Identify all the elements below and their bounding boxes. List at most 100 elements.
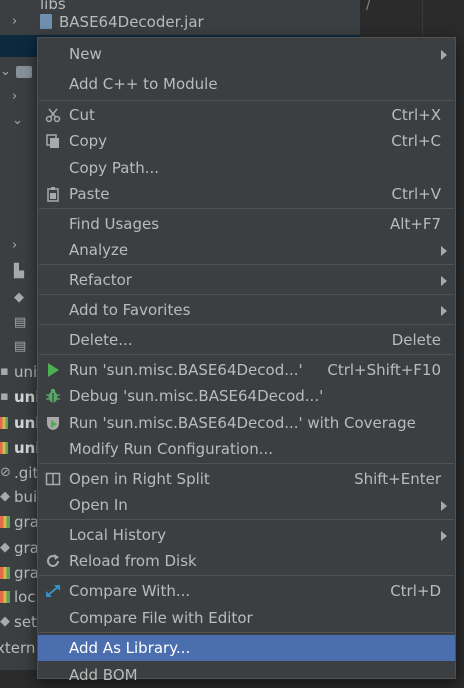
menu-item-label: Reload from Disk	[69, 552, 197, 570]
chevron-down-icon[interactable]: ⌄	[0, 60, 11, 84]
menu-item-label: Modify Run Configuration...	[69, 440, 274, 458]
menu-item-compare-file-with-editor[interactable]: Compare File with Editor	[38, 605, 455, 631]
android-icon: ◆	[14, 290, 24, 305]
menu-item-copy-path[interactable]: Copy Path...	[38, 155, 455, 181]
menu-item-shortcut: Ctrl+D	[390, 582, 441, 600]
menu-item-add-to-favorites[interactable]: Add to Favorites	[38, 297, 455, 323]
menu-separator	[39, 519, 454, 520]
context-menu: New Add C++ to Module Cut Ctrl+X Copy Ct…	[37, 37, 456, 684]
menu-item-modify-run-configuration[interactable]: Modify Run Configuration...	[38, 436, 455, 462]
menu-item-find-usages[interactable]: Find Usages Alt+F7	[38, 211, 455, 237]
menu-separator	[39, 100, 454, 101]
menu-item-label: Paste	[69, 185, 110, 203]
menu-item-add-cpp-to-module[interactable]: Add C++ to Module	[38, 71, 455, 97]
menu-item-debug[interactable]: Debug 'sun.misc.BASE64Decod...'	[38, 383, 455, 409]
file-icon: ▤	[14, 339, 27, 354]
submenu-arrow-icon	[441, 276, 447, 286]
copy-icon	[44, 133, 62, 149]
menu-item-label: Add to Favorites	[69, 301, 191, 319]
tree-row-label: BASE64Decoder.jar	[59, 13, 204, 31]
menu-separator	[39, 575, 454, 576]
reload-icon	[44, 553, 62, 569]
menu-separator	[39, 208, 454, 209]
menu-item-local-history[interactable]: Local History	[38, 522, 455, 548]
menu-item-compare-with[interactable]: Compare With... Ctrl+D	[38, 578, 455, 604]
menu-separator	[39, 264, 454, 265]
menu-item-shortcut: Shift+Enter	[354, 470, 441, 488]
menu-item-label: Delete...	[69, 331, 133, 349]
menu-item-cut[interactable]: Cut Ctrl+X	[38, 102, 455, 128]
split-icon	[44, 471, 62, 487]
chevron-right-icon[interactable]: ›	[12, 10, 17, 34]
menu-item-label: Run 'sun.misc.BASE64Decod...' with Cover…	[69, 414, 416, 432]
submenu-arrow-icon	[441, 531, 447, 541]
menu-item-paste[interactable]: Paste Ctrl+V	[38, 181, 455, 207]
file-icon: ▙	[14, 264, 24, 279]
menu-separator	[39, 632, 454, 633]
menu-item-label: Copy	[69, 132, 108, 150]
menu-item-shortcut: Ctrl+V	[391, 185, 441, 203]
menu-item-shortcut: Ctrl+Shift+F10	[327, 361, 441, 379]
tree-row-label: uni	[14, 363, 38, 381]
tree-row-label: .git	[14, 464, 39, 482]
submenu-arrow-icon	[441, 306, 447, 316]
folder-icon	[16, 60, 32, 84]
menu-item-label: Copy Path...	[69, 159, 160, 177]
tree-row-label: bui	[14, 488, 38, 506]
menu-item-label: Add C++ to Module	[69, 75, 218, 93]
menu-separator	[39, 463, 454, 464]
menu-item-open-in[interactable]: Open In	[38, 492, 455, 518]
coverage-icon	[44, 415, 62, 431]
jar-icon	[40, 10, 56, 34]
menu-item-label: Cut	[69, 106, 95, 124]
tree-row-label: gra	[14, 513, 39, 531]
menu-item-label: Compare File with Editor	[69, 609, 253, 627]
submenu-arrow-icon	[441, 501, 447, 511]
chevron-down-icon[interactable]: ⌄	[12, 109, 23, 133]
run-icon	[44, 362, 62, 378]
menu-item-label: Open in Right Split	[69, 470, 210, 488]
menu-item-label: New	[69, 45, 102, 63]
menu-separator	[39, 324, 454, 325]
menu-item-add-as-library[interactable]: Add As Library...	[38, 635, 455, 661]
menu-item-run[interactable]: Run 'sun.misc.BASE64Decod...' Ctrl+Shift…	[38, 357, 455, 383]
chevron-right-icon[interactable]: ›	[12, 234, 17, 258]
menu-item-analyze[interactable]: Analyze	[38, 237, 455, 263]
menu-item-copy[interactable]: Copy Ctrl+C	[38, 128, 455, 154]
tree-row-label: gra	[14, 539, 39, 557]
chevron-right-icon[interactable]: ›	[12, 85, 17, 109]
tree-row-label: loc	[14, 588, 36, 606]
menu-item-label: Run 'sun.misc.BASE64Decod...'	[69, 361, 303, 379]
menu-item-label: Add BOM	[69, 666, 138, 684]
debug-icon	[44, 388, 62, 404]
menu-item-add-bom[interactable]: Add BOM	[38, 662, 455, 688]
menu-item-open-in-right-split[interactable]: Open in Right Split Shift+Enter	[38, 466, 455, 492]
menu-item-shortcut: Ctrl+X	[391, 106, 441, 124]
scissors-icon	[44, 107, 62, 123]
menu-item-refactor[interactable]: Refactor	[38, 267, 455, 293]
fold-marker: /	[366, 0, 371, 13]
menu-item-label: Add As Library...	[69, 639, 191, 657]
compare-icon	[44, 583, 62, 599]
tree-row-label: gra	[14, 564, 39, 582]
menu-item-label: Refactor	[69, 271, 132, 289]
menu-item-shortcut: Alt+F7	[389, 215, 441, 233]
menu-item-label: Analyze	[69, 241, 129, 259]
menu-item-reload-from-disk[interactable]: Reload from Disk	[38, 548, 455, 574]
menu-item-delete[interactable]: Delete... Delete	[38, 327, 455, 353]
tree-row-label: xtern	[0, 639, 36, 657]
menu-item-label: Local History	[69, 526, 167, 544]
menu-item-shortcut: Delete	[391, 331, 441, 349]
tree-row-label: set	[14, 613, 37, 631]
menu-item-run-with-coverage[interactable]: Run 'sun.misc.BASE64Decod...' with Cover…	[38, 410, 455, 436]
clipboard-icon	[44, 186, 62, 202]
submenu-arrow-icon	[441, 50, 447, 60]
menu-item-label: Compare With...	[69, 582, 191, 600]
menu-item-label: Debug 'sun.misc.BASE64Decod...'	[69, 387, 324, 405]
menu-item-new[interactable]: New	[38, 41, 455, 67]
menu-item-label: Find Usages	[69, 215, 160, 233]
menu-separator	[39, 354, 454, 355]
submenu-arrow-icon	[441, 246, 447, 256]
menu-item-label: Open In	[69, 496, 128, 514]
menu-item-shortcut: Ctrl+C	[391, 132, 441, 150]
